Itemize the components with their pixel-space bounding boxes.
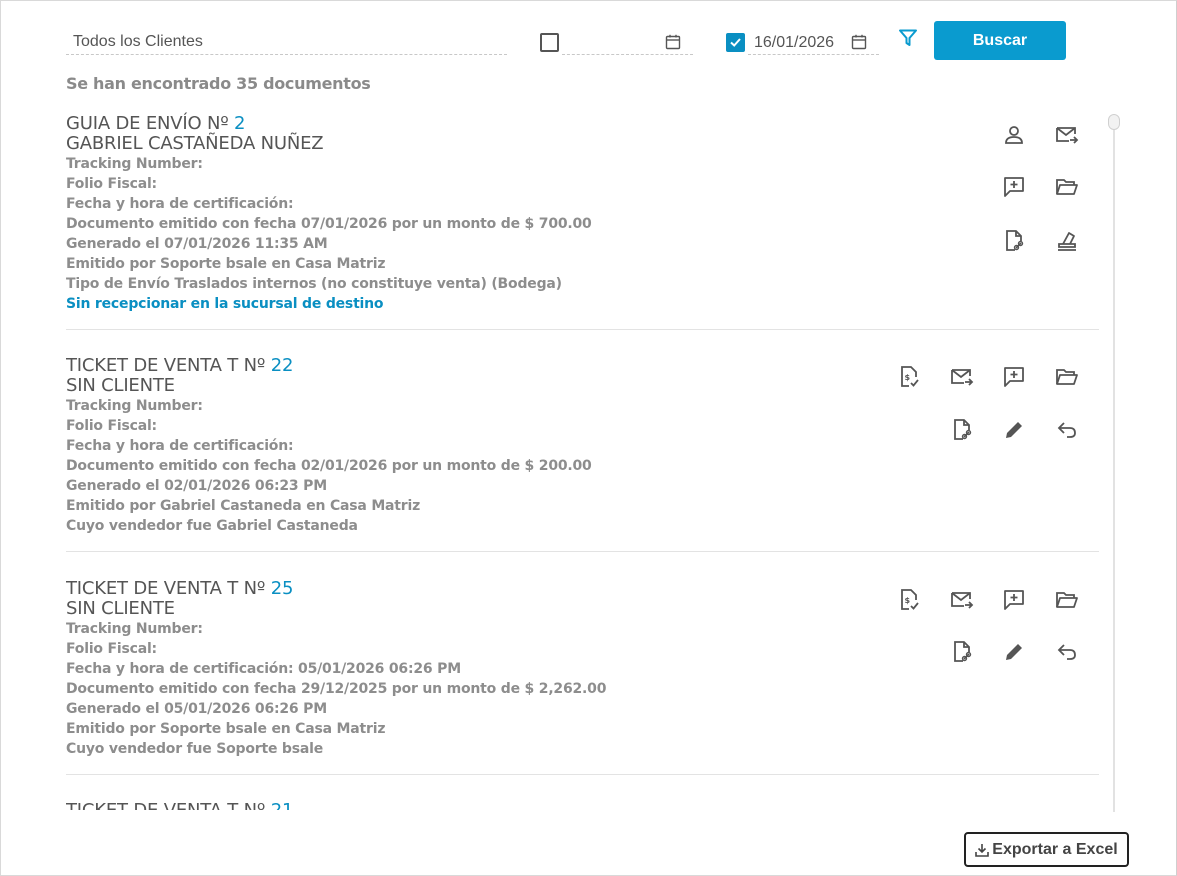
svg-text:$: $ [905,596,911,605]
reception-status-link[interactable]: Sin recepcionar en la sucursal de destin… [66,294,1099,314]
document-line: Documento emitido con fecha 07/01/2026 p… [66,216,592,232]
file-link-icon[interactable] [1001,228,1027,254]
document-item: TICKET DE VENTA T Nº 25 SIN CLIENTE Trac… [66,552,1099,775]
search-button[interactable]: Buscar [934,21,1066,60]
email-forward-icon[interactable] [949,587,975,613]
filter-icon[interactable] [898,28,918,48]
email-forward-icon[interactable] [949,364,975,390]
document-title: TICKET DE VENTA T Nº 22 [66,355,294,376]
email-forward-icon[interactable] [1054,122,1080,148]
document-line: Emitido por Gabriel Castaneda en Casa Ma… [66,498,421,514]
folder-open-icon[interactable] [1054,364,1080,390]
calendar-icon[interactable] [665,34,681,50]
comment-add-icon[interactable] [1001,174,1027,200]
receipt-check-icon[interactable]: $ [896,364,922,390]
document-line: Tracking Number: [66,156,203,172]
document-line: Tracking Number: [66,621,203,637]
receipt-check-icon[interactable]: $ [896,587,922,613]
document-item: TICKET DE VENTA T Nº 22 SIN CLIENTE Trac… [66,330,1099,552]
document-line: Cuyo vendedor fue Gabriel Castaneda [66,518,358,534]
undo-icon[interactable] [1054,417,1080,443]
document-title: GUIA DE ENVÍO Nº 2 [66,113,246,134]
pencil-icon[interactable] [1001,417,1027,443]
document-title: TICKET DE VENTA T Nº 25 [66,578,294,599]
document-line: Generado el 02/01/2026 06:23 PM [66,478,327,494]
document-line: Documento emitido con fecha 29/12/2025 p… [66,681,607,697]
comment-add-icon[interactable] [1001,587,1027,613]
document-line: Emitido por Soporte bsale en Casa Matriz [66,721,386,737]
folder-open-icon[interactable] [1054,174,1080,200]
client-filter-input[interactable]: Todos los Clientes [66,28,507,55]
date-to-checkbox[interactable] [726,33,745,52]
comment-add-icon[interactable] [1001,364,1027,390]
folder-open-icon[interactable] [1054,587,1080,613]
document-list: GUIA DE ENVÍO Nº 2 GABRIEL CASTAÑEDA NUÑ… [66,110,1099,810]
receipt-check-icon[interactable] [1001,809,1027,810]
document-client: GABRIEL CASTAÑEDA NUÑEZ [66,133,324,154]
document-item: GUIA DE ENVÍO Nº 2 GABRIEL CASTAÑEDA NUÑ… [66,110,1099,330]
date-from-checkbox[interactable] [540,33,559,52]
document-number-link[interactable]: 25 [271,578,294,599]
results-count: Se han encontrado 35 documentos [66,74,371,93]
document-line: Emitido por Soporte bsale en Casa Matriz [66,256,386,272]
document-client: SIN CLIENTE [66,375,175,396]
document-title: TICKET DE VENTA T Nº 21 [66,800,1099,811]
check-icon [730,38,741,47]
document-line: Folio Fiscal: [66,418,157,434]
document-line: Documento emitido con fecha 02/01/2026 p… [66,458,592,474]
document-line: Fecha y hora de certificación: [66,438,294,454]
document-line: Folio Fiscal: [66,641,157,657]
document-number-link[interactable]: 21 [271,800,294,811]
svg-text:$: $ [905,373,911,382]
stamp-icon[interactable] [1054,228,1080,254]
file-link-icon[interactable] [949,417,975,443]
document-line: Cuyo vendedor fue Soporte bsale [66,741,324,757]
document-line: Tipo de Envío Traslados internos (no con… [66,276,562,292]
document-line: Generado el 05/01/2026 06:26 PM [66,701,327,717]
document-line: Fecha y hora de certificación: [66,196,294,212]
document-line: Generado el 07/01/2026 11:35 AM [66,236,328,252]
document-line: Fecha y hora de certificación: 05/01/202… [66,661,461,677]
undo-icon[interactable] [1054,639,1080,665]
user-icon[interactable] [1001,122,1027,148]
pencil-icon[interactable] [1001,639,1027,665]
download-icon [975,843,990,857]
export-excel-label: Exportar a Excel [992,840,1118,858]
scrollbar-thumb[interactable] [1108,114,1120,130]
calendar-icon[interactable] [851,34,867,50]
export-excel-button[interactable]: Exportar a Excel [964,832,1129,867]
document-line: Tracking Number: [66,398,203,414]
scrollbar-track[interactable] [1113,115,1115,812]
file-link-icon[interactable] [949,639,975,665]
document-item: TICKET DE VENTA T Nº 21 [66,775,1099,811]
document-client: SIN CLIENTE [66,598,175,619]
document-number-link[interactable]: 2 [234,113,245,134]
document-number-link[interactable]: 22 [271,355,294,376]
document-line: Folio Fiscal: [66,176,157,192]
